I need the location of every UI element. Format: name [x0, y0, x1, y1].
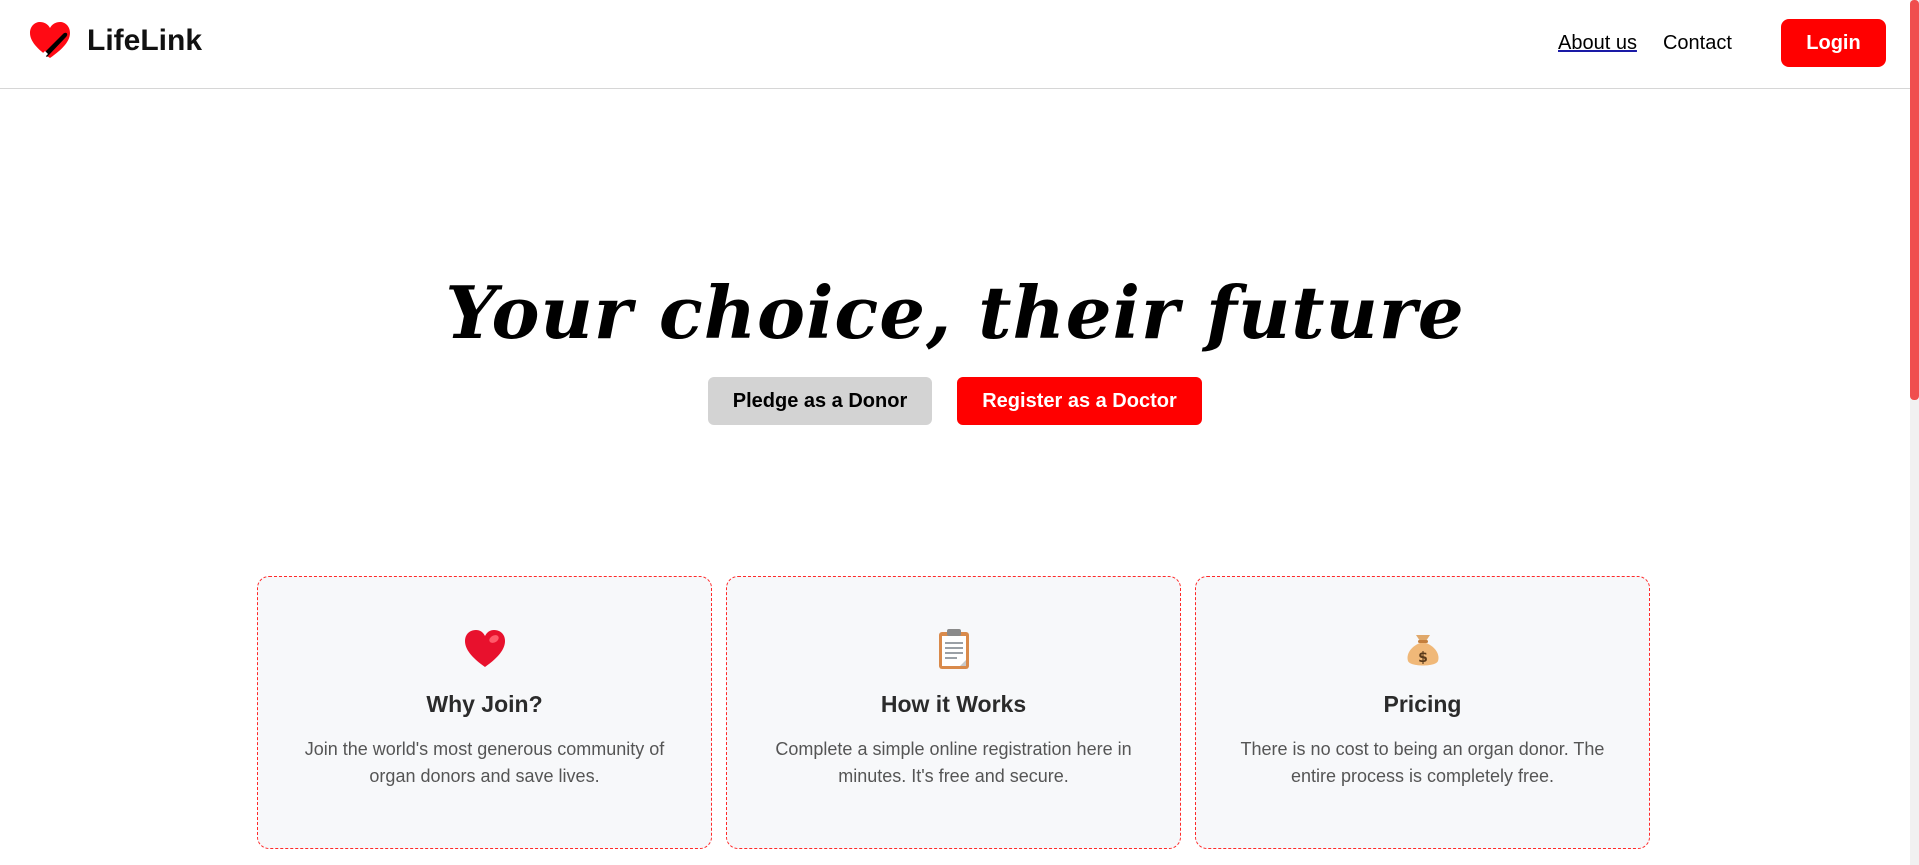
clipboard-icon [938, 629, 969, 669]
card-title: Why Join? [426, 691, 543, 717]
money-bag-icon: $ [1407, 635, 1438, 666]
card-title: Pricing [1383, 691, 1462, 717]
brand[interactable]: LifeLink [29, 22, 202, 60]
main-nav: About us Contact [1558, 30, 1732, 56]
nav-about-link[interactable]: About us [1558, 30, 1637, 56]
nav-contact-link[interactable]: Contact [1663, 30, 1732, 56]
card-how-it-works: How it Works Complete a simple online re… [726, 576, 1181, 849]
register-doctor-button[interactable]: Register as a Doctor [957, 377, 1202, 425]
pledge-donor-button[interactable]: Pledge as a Donor [708, 377, 932, 425]
scrollbar-thumb[interactable] [1910, 0, 1919, 400]
login-button[interactable]: Login [1781, 19, 1886, 67]
card-text: Join the world's most generous community… [304, 739, 665, 786]
heart-icon [464, 630, 505, 667]
heart-logo-icon [30, 22, 70, 58]
page-scrollbar[interactable] [1910, 0, 1919, 865]
card-text: Complete a simple online registration he… [775, 739, 1132, 786]
hero-title: Your choice, their future [445, 270, 1465, 355]
hero-actions: Pledge as a Donor Register as a Doctor [708, 377, 1202, 425]
card-pricing: $ Pricing There is no cost to being an o… [1195, 576, 1650, 849]
svg-text:$: $ [1418, 650, 1428, 666]
brand-name: LifeLink [87, 24, 203, 57]
card-title: How it Works [880, 691, 1027, 717]
card-text: There is no cost to being an organ donor… [1240, 739, 1605, 786]
feature-cards: Why Join? Join the world's most generous… [257, 576, 1650, 849]
page: LifeLink About us Contact Login Your cho… [0, 0, 1919, 865]
card-why-join: Why Join? Join the world's most generous… [257, 576, 712, 849]
top-nav-bar: LifeLink About us Contact Login [0, 0, 1910, 89]
